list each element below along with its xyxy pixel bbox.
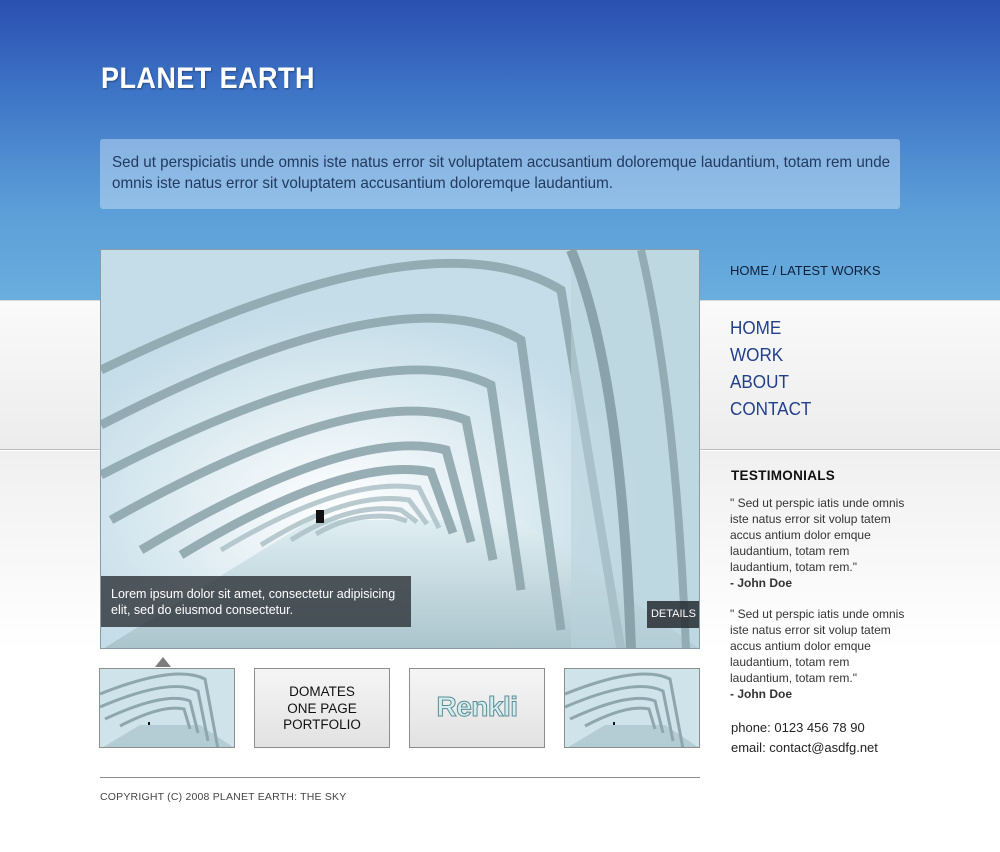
- thumbnail-portfolio-text: DOMATES ONE PAGE PORTFOLIO: [255, 684, 389, 734]
- arch-corridor-thumbnail-icon: [565, 669, 699, 747]
- footer-divider: [100, 777, 700, 778]
- testimonial-author: - John Doe: [730, 687, 792, 701]
- thumbnail-1[interactable]: [99, 668, 235, 748]
- thumbnail-2[interactable]: DOMATES ONE PAGE PORTFOLIO: [254, 668, 390, 748]
- site-title[interactable]: PLANET EARTH: [101, 62, 315, 96]
- email-link[interactable]: email: contact@asdfg.net: [731, 738, 878, 758]
- thumbnail-line: ONE PAGE: [287, 700, 357, 716]
- phone-text: phone: 0123 456 78 90: [731, 720, 865, 735]
- thumbnail-line: DOMATES: [289, 684, 355, 699]
- nav-item-work[interactable]: WORK: [730, 342, 811, 369]
- testimonial-2: " Sed ut perspic iatis unde omnis iste n…: [730, 606, 910, 702]
- nav-item-about[interactable]: ABOUT: [730, 369, 811, 396]
- arch-corridor-thumbnail-icon: [100, 669, 234, 747]
- testimonial-1: " Sed ut perspic iatis unde omnis iste n…: [730, 495, 910, 591]
- intro-box: Sed ut perspiciatis unde omnis iste natu…: [100, 139, 900, 209]
- hero-caption: Lorem ipsum dolor sit amet, consectetur …: [101, 576, 411, 627]
- active-thumbnail-pointer: [155, 657, 171, 667]
- main-nav: HOME WORK ABOUT CONTACT: [730, 315, 816, 423]
- contact-info: phone: 0123 456 78 90 email: contact@asd…: [731, 718, 878, 758]
- thumbnail-3[interactable]: Renkli: [409, 668, 545, 748]
- testimonials-heading: TESTIMONIALS: [731, 468, 836, 483]
- breadcrumb[interactable]: HOME / LATEST WORKS: [730, 263, 880, 278]
- copyright-text: COPYRIGHT (C) 2008 PLANET EARTH: THE SKY: [100, 791, 347, 803]
- renkli-logo: Renkli: [436, 691, 519, 723]
- details-button[interactable]: DETAILS: [647, 601, 699, 628]
- testimonial-quote: " Sed ut perspic iatis unde omnis iste n…: [730, 496, 905, 574]
- testimonial-author: - John Doe: [730, 576, 792, 590]
- nav-item-home[interactable]: HOME: [730, 315, 811, 342]
- thumbnail-4[interactable]: [564, 668, 700, 748]
- thumbnail-line: PORTFOLIO: [283, 717, 361, 732]
- nav-item-contact[interactable]: CONTACT: [730, 396, 811, 423]
- testimonial-quote: " Sed ut perspic iatis unde omnis iste n…: [730, 607, 905, 685]
- intro-text: Sed ut perspiciatis unde omnis iste natu…: [112, 154, 891, 192]
- hero-image[interactable]: Lorem ipsum dolor sit amet, consectetur …: [100, 249, 700, 649]
